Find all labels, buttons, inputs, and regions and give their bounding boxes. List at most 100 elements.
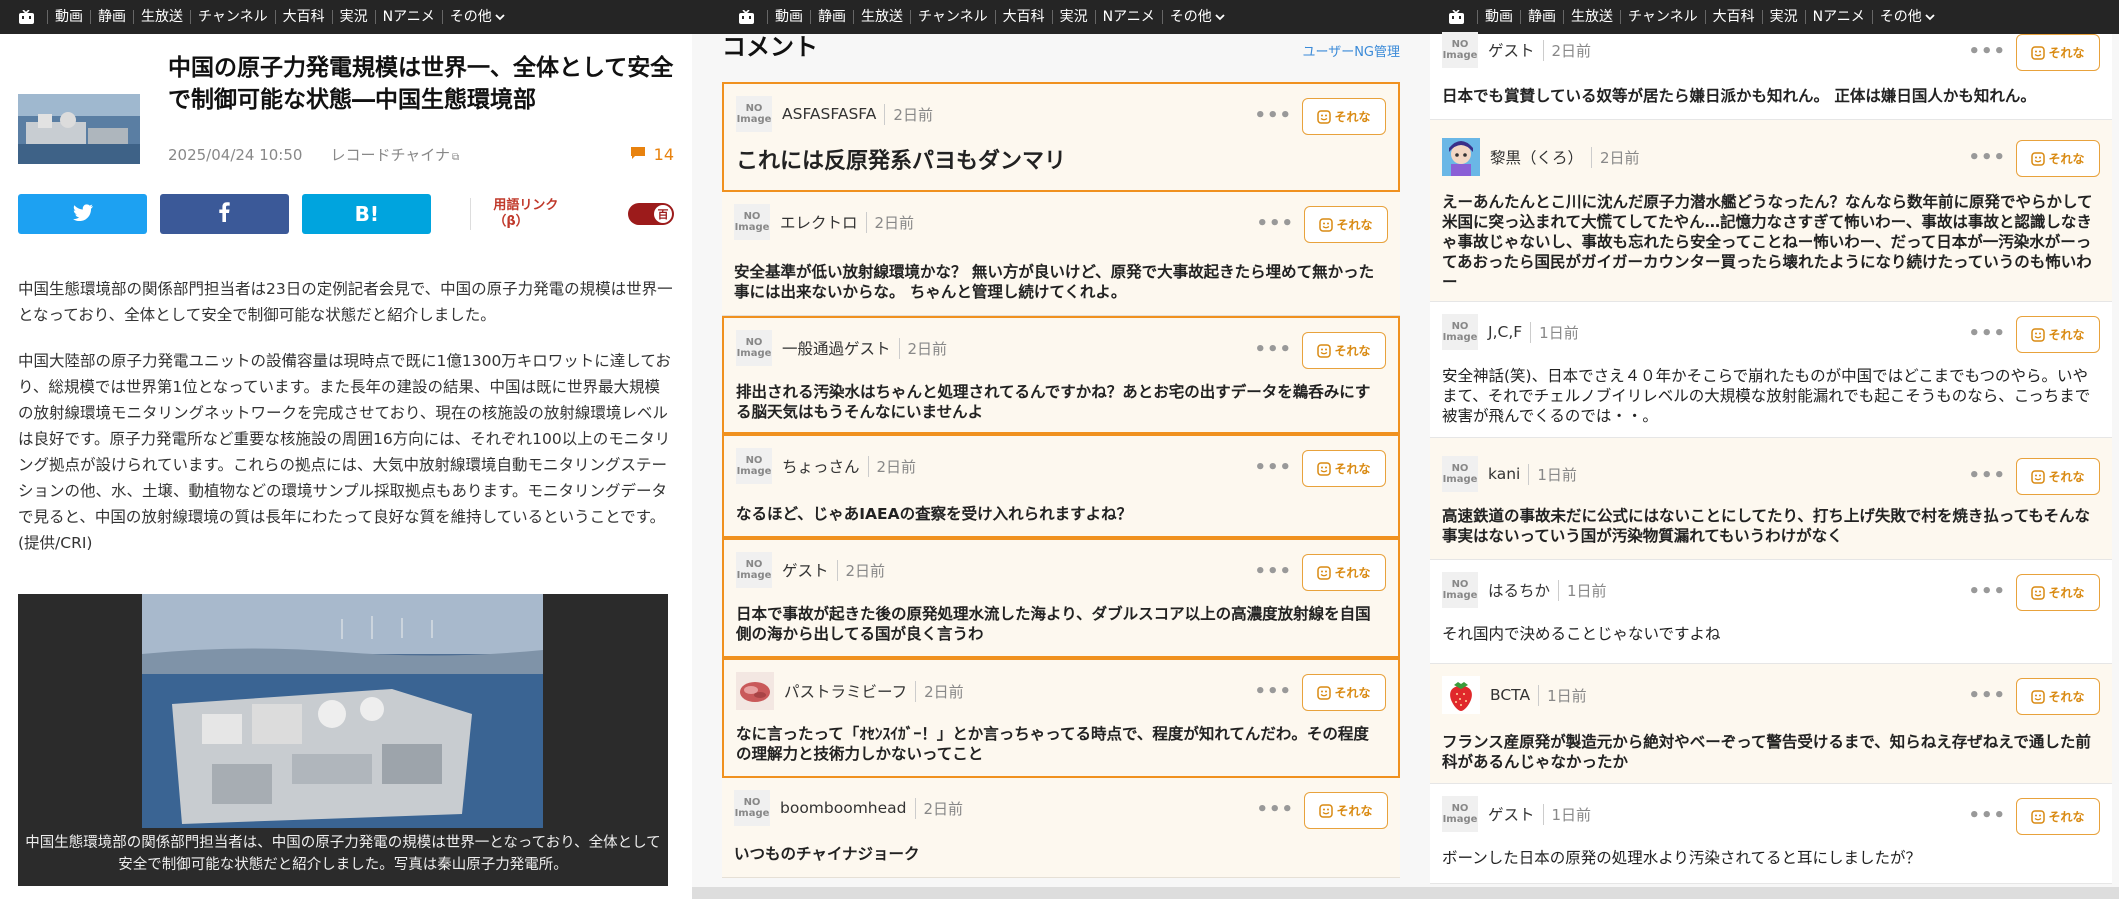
nav-item-dic[interactable]: 大百科 [1704, 10, 1762, 24]
sorena-reaction-button[interactable]: それな [1304, 792, 1388, 829]
nuclear-plant-photo[interactable] [142, 594, 543, 828]
nav-item-other[interactable]: その他 [1161, 10, 1232, 24]
nav-item-jikkyo[interactable]: 実況 [331, 10, 375, 24]
hatena-bookmark-button[interactable]: B! [302, 194, 432, 234]
sorena-reaction-button[interactable]: それな [1302, 450, 1386, 487]
more-options-icon[interactable]: ••• [1254, 457, 1292, 478]
avatar-noimage[interactable]: NO Image [1442, 32, 1478, 68]
article-thumbnail[interactable] [18, 94, 140, 164]
more-options-icon[interactable]: ••• [1968, 465, 2006, 486]
comment-author[interactable]: boomboomhead [780, 799, 907, 817]
niconico-logo-icon[interactable] [1448, 9, 1465, 25]
sorena-reaction-button[interactable]: それな [1302, 674, 1386, 711]
avatar-noimage[interactable]: NO Image [736, 96, 772, 132]
comment-author[interactable]: ASFASFASFA [782, 105, 876, 123]
nav-item-video[interactable]: 動画 [1477, 10, 1520, 24]
nav-item-live[interactable]: 生放送 [853, 10, 910, 24]
sorena-reaction-button[interactable]: それな [2016, 798, 2100, 835]
comment-item: NO Image J,C,F 1日前 ••• それな 安全神話(笑)、日本でさえ４０年かそ… [1430, 302, 2112, 438]
more-options-icon[interactable]: ••• [1968, 323, 2006, 344]
nav-item-channel[interactable]: チャンネル [190, 10, 275, 24]
avatar-noimage[interactable]: NO Image [736, 448, 772, 484]
more-options-icon[interactable]: ••• [1254, 561, 1292, 582]
comment-author[interactable]: J,C,F [1488, 323, 1522, 341]
more-options-icon[interactable]: ••• [1254, 681, 1292, 702]
nav-item-other[interactable]: その他 [441, 10, 512, 24]
more-options-icon[interactable]: ••• [1968, 685, 2006, 706]
sorena-reaction-button[interactable]: それな [2016, 458, 2100, 495]
sorena-reaction-button[interactable]: それな [1302, 554, 1386, 591]
nav-item-anime[interactable]: Nアニメ [374, 10, 442, 24]
avatar-noimage[interactable]: NO Image [1442, 314, 1478, 350]
niconico-logo-icon[interactable] [738, 9, 755, 25]
nav-item-live[interactable]: 生放送 [1563, 10, 1620, 24]
nav-item-anime[interactable]: Nアニメ [1804, 10, 1872, 24]
comments-panel-right[interactable]: 動画 静画 生放送 チャンネル 大百科 実況 Nアニメ その他 NO Image… [1430, 0, 2119, 899]
avatar-strawberry-image[interactable] [1442, 676, 1480, 714]
top-nav: 動画 静画 生放送 チャンネル 大百科 実況 Nアニメ その他 [1430, 0, 2119, 34]
nav-item-live[interactable]: 生放送 [133, 10, 190, 24]
more-options-icon[interactable]: ••• [1968, 805, 2006, 826]
twitter-share-button[interactable] [18, 194, 148, 234]
nav-item-channel[interactable]: チャンネル [1620, 10, 1705, 24]
comment-author[interactable]: ゲスト [1488, 39, 1535, 61]
avatar-noimage[interactable]: NO Image [1442, 796, 1478, 832]
avatar-noimage[interactable]: NO Image [1442, 456, 1478, 492]
sorena-label: それな [2048, 46, 2085, 60]
nav-item-channel[interactable]: チャンネル [910, 10, 995, 24]
nav-item-seiga[interactable]: 静画 [1520, 10, 1563, 24]
comment-author[interactable]: ゲスト [1488, 803, 1535, 825]
photo-caption: 中国生態環境部の関係部門担当者は、中国の原子力発電の規模は世界一となっており、全… [25, 835, 661, 873]
comment-author[interactable]: ちょっさん [782, 455, 860, 477]
nav-item-video[interactable]: 動画 [47, 10, 90, 24]
avatar-noimage[interactable]: NO Image [736, 552, 772, 588]
comment-author[interactable]: ゲスト [782, 559, 829, 581]
comments-panel-middle[interactable]: 動画 静画 生放送 チャンネル 大百科 実況 Nアニメ その他 コメント ユーザ… [692, 0, 1430, 899]
nav-item-dic[interactable]: 大百科 [274, 10, 332, 24]
more-options-icon[interactable]: ••• [1254, 105, 1292, 126]
sorena-reaction-button[interactable]: それな [2016, 678, 2100, 715]
more-options-icon[interactable]: ••• [1968, 41, 2006, 62]
more-options-icon[interactable]: ••• [1968, 581, 2006, 602]
nav-item-other[interactable]: その他 [1871, 10, 1942, 24]
nav-item-video[interactable]: 動画 [767, 10, 810, 24]
comment-text: いつものチャイナジョーク [734, 845, 920, 863]
comment-author[interactable]: kani [1488, 465, 1520, 483]
yougo-link-toggle[interactable]: 百 [627, 203, 675, 225]
comment-author[interactable]: 一般通過ゲスト [782, 337, 891, 359]
sorena-reaction-button[interactable]: それな [2016, 316, 2100, 353]
more-options-icon[interactable]: ••• [1256, 799, 1294, 820]
sorena-label: それな [1334, 344, 1371, 358]
nav-item-seiga[interactable]: 静画 [90, 10, 133, 24]
nav-item-anime[interactable]: Nアニメ [1094, 10, 1162, 24]
sorena-reaction-button[interactable]: それな [2016, 140, 2100, 177]
nav-item-dic[interactable]: 大百科 [994, 10, 1052, 24]
user-ng-link[interactable]: ユーザーNG管理 [1302, 41, 1400, 60]
comment-author[interactable]: パストラミビーフ [784, 680, 907, 702]
nav-item-seiga[interactable]: 静画 [810, 10, 853, 24]
avatar-noimage[interactable]: NO Image [734, 790, 770, 826]
avatar-noimage[interactable]: NO Image [734, 204, 770, 240]
sorena-reaction-button[interactable]: それな [1302, 332, 1386, 369]
comment-author[interactable]: 黎黒（くろ） [1490, 146, 1583, 168]
sorena-reaction-button[interactable]: それな [1302, 98, 1386, 135]
comment-author[interactable]: BCTA [1490, 686, 1530, 704]
comment-author[interactable]: エレクトロ [780, 211, 858, 233]
avatar-noimage[interactable]: NO Image [1442, 572, 1478, 608]
sorena-reaction-button[interactable]: それな [1304, 206, 1388, 243]
avatar-noimage[interactable]: NO Image [736, 330, 772, 366]
more-options-icon[interactable]: ••• [1968, 147, 2006, 168]
nav-item-jikkyo[interactable]: 実況 [1051, 10, 1095, 24]
facebook-share-button[interactable] [160, 194, 290, 234]
comment-author[interactable]: はるちか [1488, 579, 1550, 601]
sorena-reaction-button[interactable]: それな [2016, 34, 2100, 71]
avatar-meat-image[interactable] [736, 672, 774, 710]
avatar-anime-image[interactable] [1442, 138, 1480, 176]
article-source-link[interactable]: レコードチャイナ ⧉ [330, 144, 459, 165]
sorena-reaction-button[interactable]: それな [2016, 574, 2100, 611]
niconico-logo-icon[interactable] [18, 9, 35, 25]
more-options-icon[interactable]: ••• [1254, 339, 1292, 360]
nav-item-jikkyo[interactable]: 実況 [1761, 10, 1805, 24]
comment-count[interactable]: 14 [630, 145, 674, 164]
more-options-icon[interactable]: ••• [1256, 213, 1294, 234]
